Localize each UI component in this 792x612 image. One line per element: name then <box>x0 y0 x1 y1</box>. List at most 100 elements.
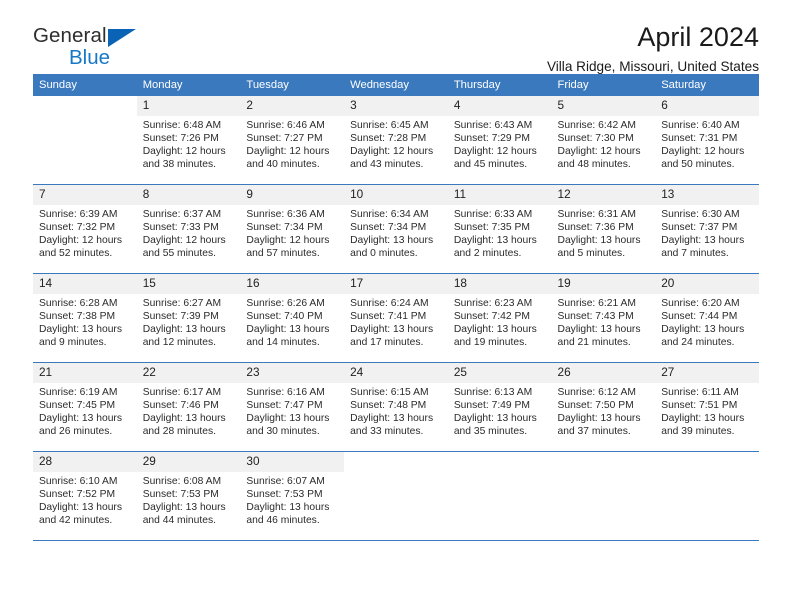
sunset-time: Sunset: 7:37 PM <box>661 221 738 233</box>
day-cell[interactable]: 30 Sunrise: 6:07 AM Sunset: 7:53 PM Dayligh… <box>240 452 345 540</box>
daylight-duration-line2: and 21 minutes. <box>557 337 631 349</box>
day-sun-info: Sunrise: 6:46 AM Sunset: 7:27 PM Daylight:… <box>240 116 344 172</box>
calendar-header-row: Sunday Monday Tuesday Wednesday Thursday… <box>33 74 759 96</box>
weekday-header-sunday: Sunday <box>33 74 137 96</box>
daylight-duration-line1: Daylight: 13 hours <box>142 413 226 425</box>
day-cell[interactable]: 4 Sunrise: 6:43 AM Sunset: 7:29 PM Daylight… <box>447 96 552 184</box>
sunset-time: Sunset: 7:38 PM <box>39 310 116 322</box>
sunset-time: Sunset: 7:42 PM <box>453 310 530 322</box>
day-number: 9 <box>240 185 345 205</box>
sunrise-time: Sunrise: 6:08 AM <box>142 475 222 487</box>
day-sun-info: Sunrise: 6:31 AM Sunset: 7:36 PM Daylight:… <box>552 205 656 261</box>
day-cell[interactable]: 15 Sunrise: 6:27 AM Sunset: 7:39 PM Dayligh… <box>136 274 241 362</box>
day-cell[interactable]: 3 Sunrise: 6:45 AM Sunset: 7:28 PM Daylight… <box>344 96 448 184</box>
day-cell[interactable]: 5 Sunrise: 6:42 AM Sunset: 7:30 PM Daylight… <box>551 96 656 184</box>
sunset-time: Sunset: 7:32 PM <box>39 221 116 233</box>
weekday-header-saturday: Saturday <box>655 74 759 96</box>
day-cell[interactable]: 14 Sunrise: 6:28 AM Sunset: 7:38 PM Dayligh… <box>33 274 137 362</box>
day-sun-info: Sunrise: 6:21 AM Sunset: 7:43 PM Daylight:… <box>552 294 656 350</box>
day-cell-empty <box>33 96 137 184</box>
day-cell[interactable]: 25 Sunrise: 6:13 AM Sunset: 7:49 PM Dayligh… <box>447 363 552 451</box>
sunset-time: Sunset: 7:44 PM <box>661 310 738 322</box>
day-cell[interactable]: 16 Sunrise: 6:26 AM Sunset: 7:40 PM Dayligh… <box>240 274 345 362</box>
daylight-duration-line1: Daylight: 13 hours <box>142 502 226 514</box>
daylight-duration-line1: Daylight: 13 hours <box>246 324 330 336</box>
day-cell[interactable]: 24 Sunrise: 6:15 AM Sunset: 7:48 PM Dayligh… <box>344 363 448 451</box>
calendar-cell: 15 Sunrise: 6:27 AM Sunset: 7:39 PM Dayligh… <box>136 273 241 363</box>
day-cell[interactable]: 20 Sunrise: 6:20 AM Sunset: 7:44 PM Dayligh… <box>655 274 759 362</box>
daylight-duration-line2: and 17 minutes. <box>350 337 424 349</box>
day-cell[interactable]: 26 Sunrise: 6:12 AM Sunset: 7:50 PM Dayligh… <box>551 363 656 451</box>
sunrise-time: Sunrise: 6:31 AM <box>557 208 636 220</box>
calendar-cell: 10 Sunrise: 6:34 AM Sunset: 7:34 PM Dayligh… <box>344 184 448 274</box>
day-cell[interactable]: 23 Sunrise: 6:16 AM Sunset: 7:47 PM Dayligh… <box>240 363 345 451</box>
day-cell[interactable]: 9 Sunrise: 6:36 AM Sunset: 7:34 PM Daylight… <box>240 185 345 273</box>
sunset-time: Sunset: 7:39 PM <box>142 310 219 322</box>
day-cell[interactable]: 18 Sunrise: 6:23 AM Sunset: 7:42 PM Dayligh… <box>447 274 552 362</box>
day-sun-info: Sunrise: 6:42 AM Sunset: 7:30 PM Daylight:… <box>552 116 656 172</box>
daylight-duration-line1: Daylight: 13 hours <box>453 413 537 425</box>
day-sun-info: Sunrise: 6:37 AM Sunset: 7:33 PM Daylight:… <box>137 205 241 261</box>
sunrise-time: Sunrise: 6:24 AM <box>350 297 429 309</box>
sunset-time: Sunset: 7:51 PM <box>661 399 738 411</box>
day-sun-info: Sunrise: 6:23 AM Sunset: 7:42 PM Daylight:… <box>448 294 552 350</box>
day-sun-info: Sunrise: 6:28 AM Sunset: 7:38 PM Daylight:… <box>33 294 137 350</box>
daylight-duration-line2: and 5 minutes. <box>557 248 626 260</box>
day-cell[interactable]: 12 Sunrise: 6:31 AM Sunset: 7:36 PM Dayligh… <box>551 185 656 273</box>
day-number: 21 <box>33 363 137 383</box>
day-sun-info: Sunrise: 6:19 AM Sunset: 7:45 PM Daylight:… <box>33 383 137 439</box>
page-header: General Blue April 2024 Villa Ridge, Mis… <box>33 0 759 74</box>
day-number: 14 <box>33 274 137 294</box>
day-sun-info: Sunrise: 6:17 AM Sunset: 7:46 PM Daylight:… <box>137 383 241 439</box>
sunset-time: Sunset: 7:40 PM <box>246 310 323 322</box>
daylight-duration-line1: Daylight: 13 hours <box>557 235 641 247</box>
daylight-duration-line2: and 28 minutes. <box>142 426 216 438</box>
daylight-duration-line1: Daylight: 13 hours <box>246 502 330 514</box>
page-subtitle: Villa Ridge, Missouri, United States <box>546 59 759 75</box>
logo-text-general: General <box>33 24 107 47</box>
day-cell[interactable]: 17 Sunrise: 6:24 AM Sunset: 7:41 PM Dayligh… <box>344 274 448 362</box>
day-number: 23 <box>240 363 345 383</box>
daylight-duration-line1: Daylight: 12 hours <box>246 235 330 247</box>
day-cell-empty <box>344 452 448 540</box>
sunset-time: Sunset: 7:34 PM <box>350 221 427 233</box>
day-cell[interactable]: 2 Sunrise: 6:46 AM Sunset: 7:27 PM Daylight… <box>240 96 345 184</box>
sunrise-time: Sunrise: 6:39 AM <box>39 208 118 220</box>
day-cell[interactable]: 8 Sunrise: 6:37 AM Sunset: 7:33 PM Daylight… <box>136 185 241 273</box>
calendar-cell: 8 Sunrise: 6:37 AM Sunset: 7:33 PM Daylight… <box>136 184 241 274</box>
day-cell[interactable]: 22 Sunrise: 6:17 AM Sunset: 7:46 PM Dayligh… <box>136 363 241 451</box>
day-number: 8 <box>136 185 241 205</box>
daylight-duration-line1: Daylight: 13 hours <box>453 324 537 336</box>
day-cell[interactable]: 11 Sunrise: 6:33 AM Sunset: 7:35 PM Dayligh… <box>447 185 552 273</box>
day-cell[interactable]: 21 Sunrise: 6:19 AM Sunset: 7:45 PM Dayligh… <box>33 363 137 451</box>
day-sun-info: Sunrise: 6:20 AM Sunset: 7:44 PM Daylight:… <box>655 294 759 350</box>
day-cell[interactable]: 13 Sunrise: 6:30 AM Sunset: 7:37 PM Dayligh… <box>655 185 759 273</box>
day-number: 5 <box>551 96 656 116</box>
daylight-duration-line1: Daylight: 13 hours <box>39 502 122 514</box>
day-cell[interactable]: 1 Sunrise: 6:48 AM Sunset: 7:26 PM Daylight… <box>136 96 241 184</box>
daylight-duration-line2: and 40 minutes. <box>246 159 320 171</box>
day-cell[interactable]: 28 Sunrise: 6:10 AM Sunset: 7:52 PM Dayligh… <box>33 452 137 540</box>
sunset-time: Sunset: 7:34 PM <box>246 221 323 233</box>
day-cell[interactable]: 7 Sunrise: 6:39 AM Sunset: 7:32 PM Daylight… <box>33 185 137 273</box>
daylight-duration-line1: Daylight: 13 hours <box>350 413 434 425</box>
day-cell[interactable]: 10 Sunrise: 6:34 AM Sunset: 7:34 PM Dayligh… <box>344 185 448 273</box>
day-number: 13 <box>655 185 759 205</box>
weekday-header-wednesday: Wednesday <box>344 74 448 96</box>
day-number: 4 <box>447 96 552 116</box>
day-cell[interactable]: 6 Sunrise: 6:40 AM Sunset: 7:31 PM Daylight… <box>655 96 759 184</box>
daylight-duration-line1: Daylight: 13 hours <box>661 324 745 336</box>
generalblue-logo[interactable]: General Blue <box>33 24 233 74</box>
daylight-duration-line1: Daylight: 13 hours <box>39 324 122 336</box>
sunset-time: Sunset: 7:50 PM <box>557 399 634 411</box>
day-cell[interactable]: 29 Sunrise: 6:08 AM Sunset: 7:53 PM Dayligh… <box>136 452 241 540</box>
day-cell[interactable]: 27 Sunrise: 6:11 AM Sunset: 7:51 PM Dayligh… <box>655 363 759 451</box>
sunrise-time: Sunrise: 6:11 AM <box>661 386 739 398</box>
sunrise-time: Sunrise: 6:42 AM <box>557 119 636 131</box>
daylight-duration-line2: and 24 minutes. <box>661 337 735 349</box>
sunset-time: Sunset: 7:41 PM <box>350 310 427 322</box>
day-number: 17 <box>344 274 448 294</box>
day-number: 15 <box>136 274 241 294</box>
day-number: 6 <box>655 96 759 116</box>
day-cell[interactable]: 19 Sunrise: 6:21 AM Sunset: 7:43 PM Dayligh… <box>551 274 656 362</box>
